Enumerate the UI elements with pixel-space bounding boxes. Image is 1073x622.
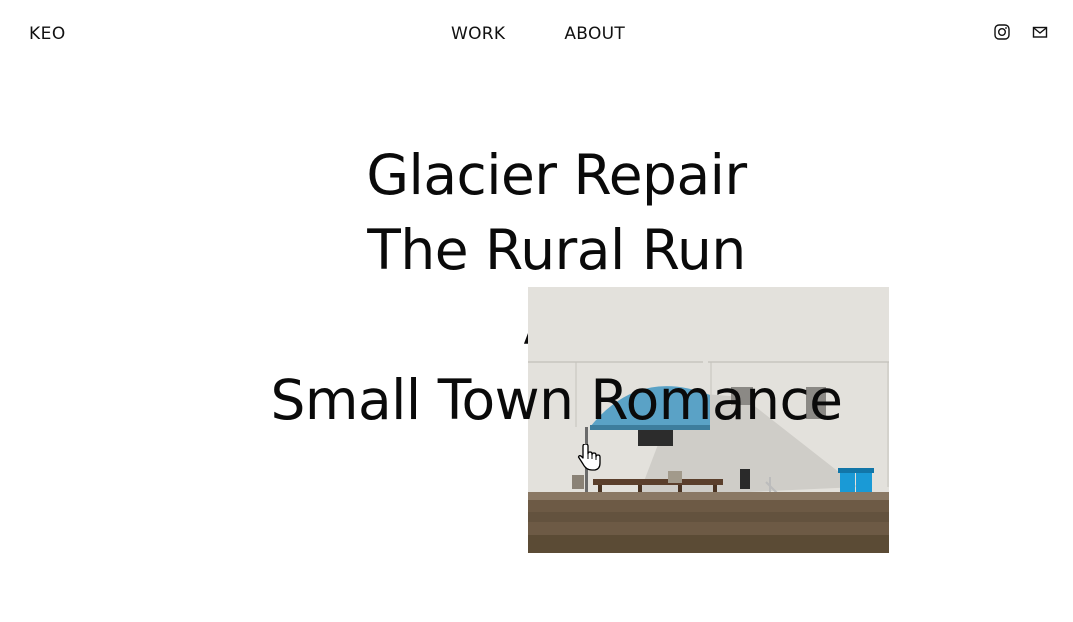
project-link-the-rural-run[interactable]: The Rural Run <box>0 213 1073 288</box>
nav-item-work[interactable]: WORK <box>451 24 505 44</box>
social-links <box>994 24 1048 40</box>
mail-icon[interactable] <box>1032 24 1048 40</box>
main-nav: WORK ABOUT <box>451 24 625 44</box>
instagram-icon[interactable] <box>994 24 1010 40</box>
project-link-glacier-repair[interactable]: Glacier Repair <box>0 138 1073 213</box>
project-link-small-town-romance[interactable]: Small Town Romance <box>0 363 1073 438</box>
nav-item-about[interactable]: ABOUT <box>564 24 625 44</box>
logo-link[interactable]: KEO <box>29 24 66 44</box>
pointer-hand-icon <box>576 443 602 472</box>
